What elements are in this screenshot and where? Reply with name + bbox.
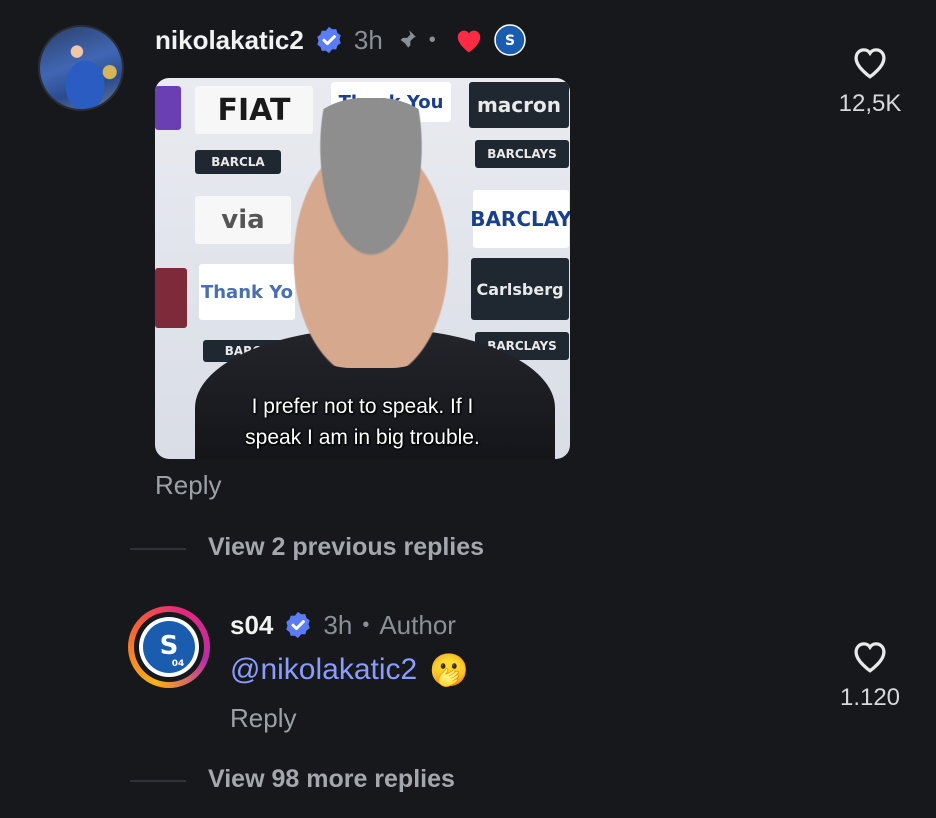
view-more-replies[interactable]: View 98 more replies bbox=[208, 765, 455, 794]
emoji: 🫢 bbox=[429, 652, 470, 688]
board-fiat: FIAT bbox=[195, 86, 313, 134]
like-group-comment1: 12,5K bbox=[838, 44, 902, 118]
svg-text:S: S bbox=[160, 631, 179, 661]
comment-header: nikolakatic2 3h • S bbox=[155, 22, 526, 58]
avatar-s04[interactable]: S 04 bbox=[128, 606, 210, 688]
separator-dot: • bbox=[428, 28, 436, 51]
board-macron: macron bbox=[469, 82, 569, 128]
verified-icon bbox=[317, 26, 341, 54]
verified-icon bbox=[286, 611, 311, 639]
mention-link[interactable]: @nikolakatic2 bbox=[230, 653, 417, 687]
board-left-red bbox=[155, 268, 187, 328]
svg-text:S: S bbox=[505, 33, 515, 49]
svg-text:04: 04 bbox=[172, 659, 185, 669]
username-s04[interactable]: s04 bbox=[230, 610, 273, 641]
like-group-comment2: 1.120 bbox=[838, 638, 902, 712]
like-count: 1.120 bbox=[839, 684, 901, 711]
separator-dot: • bbox=[362, 613, 370, 636]
like-count: 12,5K bbox=[838, 90, 902, 117]
gif-caption: I prefer not to speak. If I speak I am i… bbox=[155, 391, 570, 453]
author-label: Author bbox=[379, 609, 456, 640]
gif-image[interactable]: FIAT Thank You macron BARCLA BARCLAYS vi… bbox=[155, 78, 570, 459]
schalke-badge-icon: S bbox=[494, 24, 526, 56]
gif-caption-line1: I prefer not to speak. If I bbox=[251, 395, 474, 418]
comment2-header: s04 3h • Author bbox=[230, 607, 456, 643]
like-heart-icon[interactable] bbox=[850, 638, 890, 674]
thread-line bbox=[130, 548, 186, 550]
thread-line bbox=[130, 780, 186, 782]
comment-time: 3h bbox=[353, 24, 383, 55]
board-barclays-left: BARCLA bbox=[195, 150, 281, 174]
view-previous-replies[interactable]: View 2 previous replies bbox=[208, 533, 484, 562]
pin-icon bbox=[398, 30, 416, 50]
board-left-edge bbox=[155, 86, 181, 130]
reply-button[interactable]: Reply bbox=[230, 703, 296, 734]
username[interactable]: nikolakatic2 bbox=[155, 25, 304, 56]
reply-button[interactable]: Reply bbox=[155, 470, 221, 501]
board-barclays-blue: BARCLAY bbox=[470, 190, 570, 248]
red-heart-icon bbox=[457, 30, 481, 53]
board-barclays-right: BARCLAYS bbox=[475, 140, 569, 168]
avatar-nikolakatic2[interactable] bbox=[38, 25, 124, 111]
board-carlsberg: Carlsberg bbox=[471, 258, 569, 320]
person-head bbox=[267, 98, 475, 368]
comment2-body: @nikolakatic2 🫢 bbox=[230, 651, 469, 689]
schalke-logo-icon: S 04 bbox=[139, 617, 199, 677]
gif-caption-line2: speak I am in big trouble. bbox=[245, 426, 480, 449]
comment2-time: 3h bbox=[323, 609, 353, 640]
like-heart-icon[interactable] bbox=[850, 44, 890, 80]
avatar-s04-inner: S 04 bbox=[134, 612, 204, 682]
